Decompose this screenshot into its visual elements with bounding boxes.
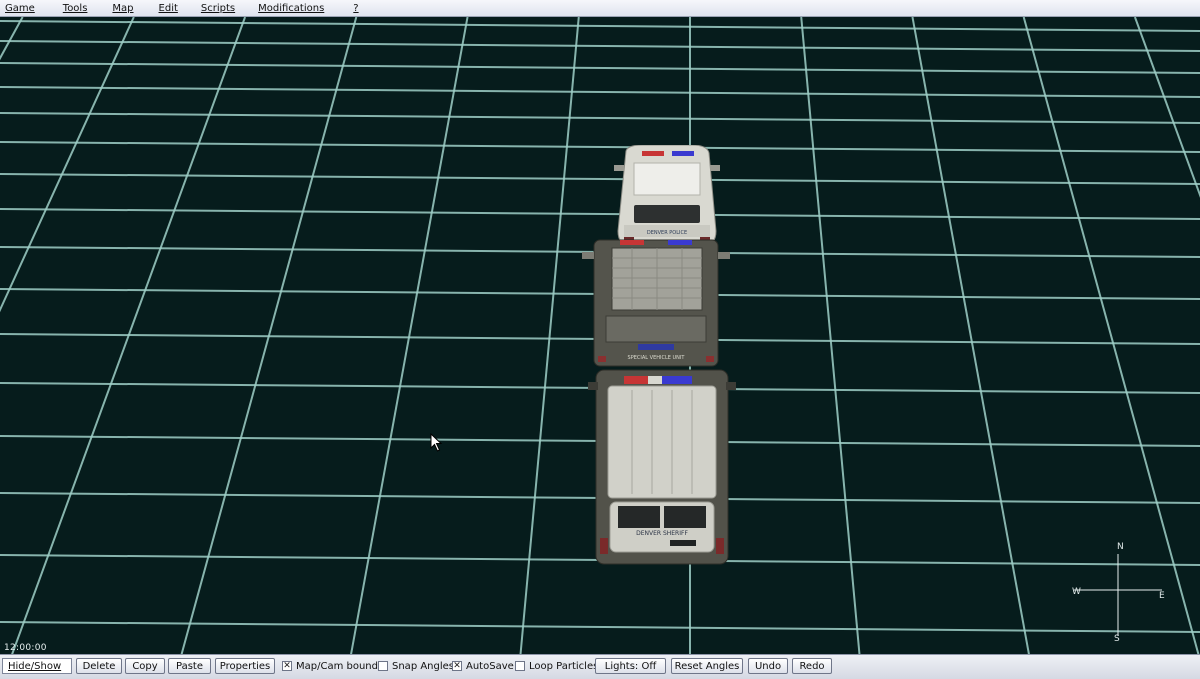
grid-line: [0, 621, 1200, 633]
sheriff-suv-rear-text: DENVER SHERIFF: [636, 530, 688, 537]
map-cam-bounds-checkbox[interactable]: ✕: [282, 661, 292, 671]
map-cam-bounds-option[interactable]: ✕ Map/Cam bounds: [282, 658, 383, 674]
copy-button[interactable]: Copy: [125, 658, 165, 674]
redo-button[interactable]: Redo: [792, 658, 832, 674]
undo-button[interactable]: Undo: [748, 658, 788, 674]
delete-button[interactable]: Delete: [76, 658, 122, 674]
vehicle-special-truck[interactable]: SPECIAL VEHICLE UNIT: [582, 236, 730, 372]
map-viewport[interactable]: DENVER POLICE SPECIAL VEHICLE UNIT DENVE…: [0, 17, 1200, 654]
grid-line: [0, 141, 1200, 153]
lights-toggle-button[interactable]: Lights: Off: [595, 658, 666, 674]
grid-line: [0, 20, 1200, 32]
compass-west: W: [1072, 587, 1081, 597]
snap-angles-checkbox[interactable]: [378, 661, 388, 671]
grid-line: [0, 112, 1200, 124]
menu-game[interactable]: Game: [0, 3, 35, 14]
vehicle-sheriff-suv[interactable]: DENVER SHERIFF: [588, 368, 736, 568]
menu-tools[interactable]: Tools: [58, 3, 88, 14]
grid-line: [0, 62, 1200, 74]
hide-show-field[interactable]: Hide/Show: [2, 658, 72, 674]
grid-line: [0, 208, 1200, 220]
menu-modifications[interactable]: Modifications: [253, 3, 324, 14]
compass: N S E W: [1066, 540, 1176, 648]
menu-edit[interactable]: Edit: [154, 3, 178, 14]
menu-scripts[interactable]: Scripts: [196, 3, 235, 14]
snap-angles-option[interactable]: Snap Angles: [378, 658, 454, 674]
game-time: 12:00:00: [4, 643, 47, 653]
grid-line: [0, 173, 1200, 185]
autosave-checkbox[interactable]: ✕: [452, 661, 462, 671]
grid-line: [0, 40, 1200, 52]
reset-angles-button[interactable]: Reset Angles: [671, 658, 743, 674]
menu-bar: Game Tools Map Edit Scripts Modification…: [0, 0, 1200, 17]
vehicle-police-car[interactable]: DENVER POLICE: [612, 145, 722, 249]
grid-line: [0, 86, 1200, 98]
properties-button[interactable]: Properties: [215, 658, 275, 674]
paste-button[interactable]: Paste: [168, 658, 211, 674]
grid-line: [911, 17, 1030, 654]
compass-north: N: [1117, 542, 1124, 552]
compass-south: S: [1114, 634, 1120, 644]
menu-map[interactable]: Map: [107, 3, 133, 14]
mouse-cursor-icon: [430, 433, 443, 452]
compass-east: E: [1159, 591, 1165, 601]
bottom-toolbar: Hide/Show Delete Copy Paste Properties ✕…: [0, 654, 1200, 679]
autosave-option[interactable]: ✕ AutoSave: [452, 658, 514, 674]
menu-help[interactable]: ?: [348, 3, 358, 14]
special-truck-rear-text: SPECIAL VEHICLE UNIT: [628, 355, 686, 361]
loop-particles-option[interactable]: Loop Particles: [515, 658, 598, 674]
grid-line: [800, 17, 861, 654]
loop-particles-checkbox[interactable]: [515, 661, 525, 671]
